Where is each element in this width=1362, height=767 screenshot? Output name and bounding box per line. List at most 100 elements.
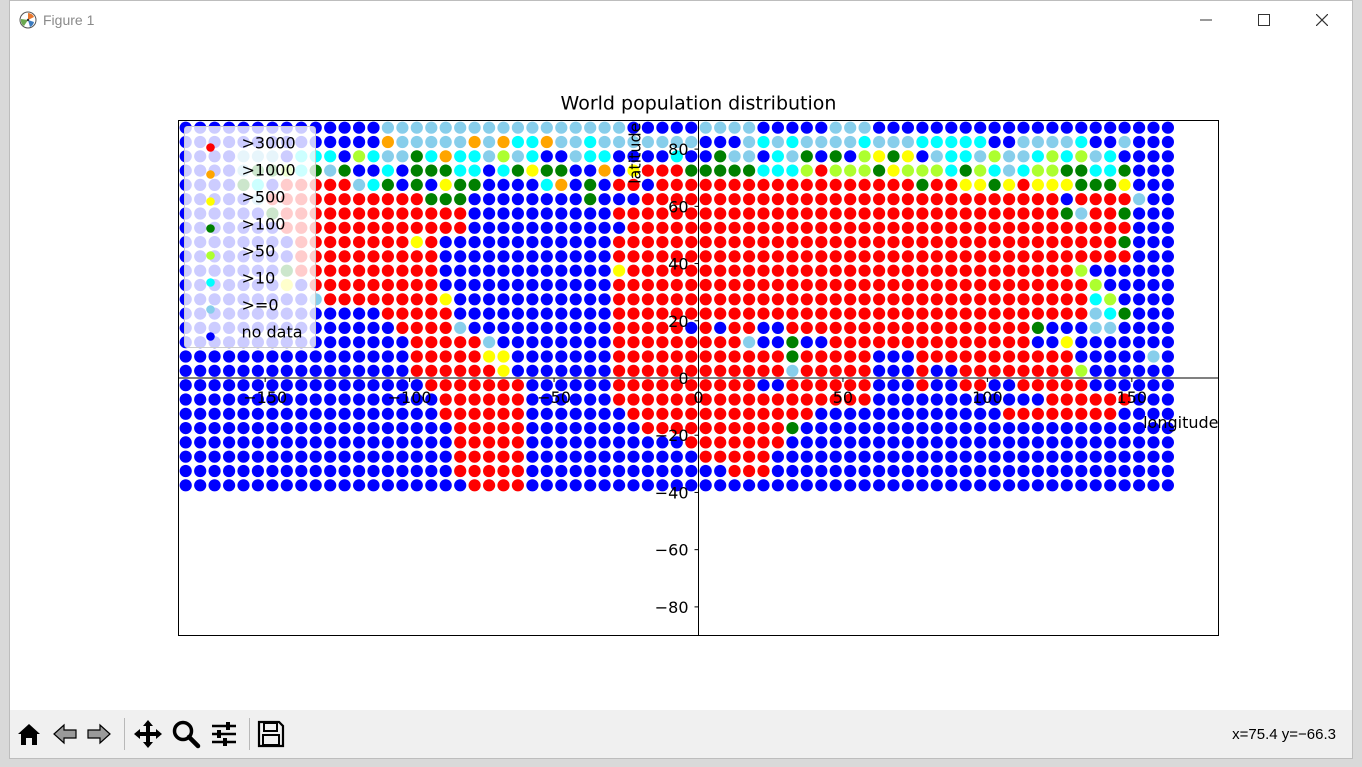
data-point <box>959 221 972 234</box>
data-point <box>1118 321 1131 334</box>
data-point <box>569 321 582 334</box>
data-point <box>324 407 337 420</box>
data-point <box>526 164 539 177</box>
data-point <box>295 479 308 492</box>
home-button[interactable] <box>12 716 46 752</box>
data-point <box>815 236 828 249</box>
data-point <box>468 307 481 320</box>
data-point <box>728 307 741 320</box>
data-point <box>844 236 857 249</box>
data-point <box>1031 250 1044 263</box>
zoom-button[interactable] <box>169 716 203 752</box>
data-point <box>916 135 929 149</box>
data-point <box>757 178 770 191</box>
close-button[interactable] <box>1293 1 1351 39</box>
configure-subplots-button[interactable] <box>207 716 241 752</box>
data-point <box>641 393 655 406</box>
data-point <box>1060 364 1073 377</box>
data-point <box>237 464 250 478</box>
data-point <box>425 135 438 149</box>
data-point <box>295 379 308 392</box>
data-point <box>1003 207 1016 220</box>
data-point <box>194 436 207 449</box>
data-point <box>613 321 626 334</box>
data-point <box>439 407 452 420</box>
data-point <box>1075 321 1088 334</box>
data-point <box>714 150 727 163</box>
data-point <box>1060 450 1073 463</box>
forward-button[interactable] <box>82 716 116 752</box>
data-point <box>743 264 756 277</box>
data-point <box>844 422 857 435</box>
figure-canvas[interactable]: World population distribution −150 −100 −50… <box>10 39 1353 710</box>
data-point <box>540 436 553 449</box>
data-point <box>1003 464 1016 478</box>
data-point <box>1075 121 1088 134</box>
scatter-plot[interactable]: World population distribution−150 −100 −50… <box>10 39 1353 710</box>
data-point <box>511 193 524 206</box>
data-point <box>497 250 510 263</box>
data-point <box>757 236 770 249</box>
data-point <box>714 450 727 463</box>
back-button[interactable] <box>48 716 82 752</box>
data-point <box>1031 422 1044 435</box>
data-point <box>714 250 727 263</box>
data-point <box>1075 422 1088 435</box>
y-tick-label: −80 <box>655 598 689 617</box>
data-point <box>439 236 452 249</box>
data-point <box>353 336 366 349</box>
data-point <box>627 293 640 306</box>
data-point <box>483 264 496 277</box>
data-point <box>844 464 857 478</box>
data-point <box>873 278 886 292</box>
data-point <box>815 407 828 420</box>
data-point <box>714 321 727 334</box>
data-point <box>1161 293 1174 306</box>
data-point <box>743 436 756 449</box>
data-point <box>743 250 756 263</box>
maximize-button[interactable] <box>1235 1 1293 39</box>
data-point <box>974 350 987 363</box>
data-point <box>338 479 351 492</box>
data-point <box>627 221 640 234</box>
pan-button[interactable] <box>131 716 165 752</box>
data-point <box>656 450 669 463</box>
data-point <box>483 336 496 349</box>
data-point <box>353 479 366 492</box>
data-point <box>829 178 842 191</box>
data-point <box>410 207 423 220</box>
data-point <box>1118 121 1131 134</box>
data-point <box>410 436 423 449</box>
data-point <box>656 393 669 406</box>
data-point <box>1075 464 1088 478</box>
data-point <box>555 164 568 177</box>
data-point <box>757 278 770 292</box>
data-point <box>656 407 669 420</box>
save-button[interactable] <box>254 716 288 752</box>
data-point <box>194 450 207 463</box>
data-point <box>887 193 900 206</box>
data-point <box>844 364 857 377</box>
data-point <box>743 178 756 191</box>
data-point <box>251 407 264 420</box>
data-point <box>771 464 785 478</box>
data-point <box>1060 264 1073 277</box>
data-point <box>771 264 785 277</box>
data-point <box>873 479 886 492</box>
data-point <box>410 221 423 234</box>
data-point <box>930 450 943 463</box>
data-point <box>497 393 510 406</box>
data-point <box>511 364 524 377</box>
data-point <box>396 407 409 420</box>
data-point <box>699 193 712 206</box>
data-point <box>1017 193 1030 206</box>
minimize-button[interactable] <box>1177 1 1235 39</box>
data-point <box>1089 250 1102 263</box>
data-point <box>670 121 683 134</box>
data-point <box>1161 464 1174 478</box>
data-point <box>757 121 770 134</box>
legend-marker <box>206 305 215 314</box>
data-point <box>1161 221 1174 234</box>
data-point <box>540 264 553 277</box>
data-point <box>526 278 539 292</box>
